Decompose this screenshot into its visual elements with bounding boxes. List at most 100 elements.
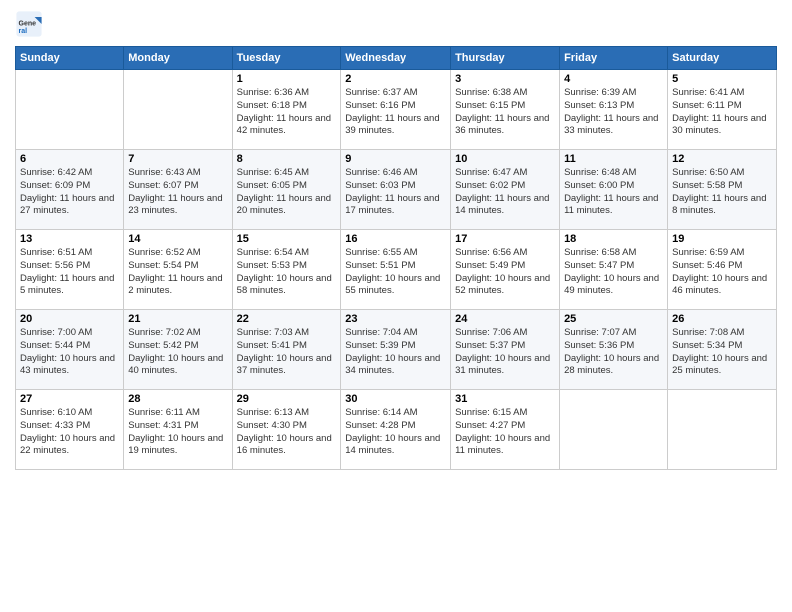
calendar-cell: 27 Sunrise: 6:10 AMSunset: 4:33 PMDayligh… [16, 390, 124, 470]
calendar-week: 1 Sunrise: 6:36 AMSunset: 6:18 PMDaylight… [16, 70, 777, 150]
day-number: 3 [455, 73, 555, 85]
logo: Gene ral [15, 10, 47, 38]
day-info: Sunrise: 6:50 AMSunset: 5:58 PMDaylight:… [672, 167, 772, 218]
day-number: 14 [128, 233, 227, 245]
calendar-cell: 8 Sunrise: 6:45 AMSunset: 6:05 PMDaylight… [232, 150, 341, 230]
day-number: 18 [564, 233, 663, 245]
calendar-cell: 10Sunrise: 6:47 AMSunset: 6:02 PMDayligh… [451, 150, 560, 230]
logo-icon: Gene ral [15, 10, 43, 38]
day-info: Sunrise: 6:41 AMSunset: 6:11 PMDaylight:… [672, 87, 772, 138]
day-number: 23 [345, 313, 446, 325]
calendar-cell [560, 390, 668, 470]
calendar-cell: 14 Sunrise: 6:52 AMSunset: 5:54 PMDayligh… [124, 230, 232, 310]
day-number: 6 [20, 153, 119, 165]
day-info: Sunrise: 6:37 AMSunset: 6:16 PMDaylight:… [345, 87, 446, 138]
day-info: Sunrise: 6:38 AMSunset: 6:15 PMDaylight:… [455, 87, 555, 138]
page: Gene ral SundayMondayTuesdayWednesdayThu… [0, 0, 792, 612]
day-number: 24 [455, 313, 555, 325]
calendar-cell: 31 Sunrise: 6:15 AMSunset: 4:27 PMDayligh… [451, 390, 560, 470]
header: Gene ral [15, 10, 777, 38]
day-number: 10 [455, 153, 555, 165]
day-info: Sunrise: 6:14 AMSunset: 4:28 PMDaylight:… [345, 407, 446, 458]
calendar-cell: 30Sunrise: 6:14 AMSunset: 4:28 PMDayligh… [341, 390, 451, 470]
day-number: 21 [128, 313, 227, 325]
calendar-cell: 6Sunrise: 6:42 AMSunset: 6:09 PMDaylight… [16, 150, 124, 230]
day-number: 7 [128, 153, 227, 165]
calendar-cell: 2 Sunrise: 6:37 AMSunset: 6:16 PMDaylight… [341, 70, 451, 150]
svg-text:Gene: Gene [19, 20, 37, 27]
calendar-cell: 5 Sunrise: 6:41 AMSunset: 6:11 PMDaylight… [668, 70, 777, 150]
day-number: 19 [672, 233, 772, 245]
day-number: 15 [237, 233, 337, 245]
day-number: 4 [564, 73, 663, 85]
calendar-cell: 29Sunrise: 6:13 AMSunset: 4:30 PMDayligh… [232, 390, 341, 470]
calendar-week: 6Sunrise: 6:42 AMSunset: 6:09 PMDaylight… [16, 150, 777, 230]
day-info: Sunrise: 6:10 AMSunset: 4:33 PMDaylight:… [20, 407, 119, 458]
day-number: 25 [564, 313, 663, 325]
calendar-cell: 1 Sunrise: 6:36 AMSunset: 6:18 PMDaylight… [232, 70, 341, 150]
day-info: Sunrise: 7:02 AMSunset: 5:42 PMDaylight:… [128, 327, 227, 378]
calendar-cell: 3 Sunrise: 6:38 AMSunset: 6:15 PMDaylight… [451, 70, 560, 150]
day-number: 16 [345, 233, 446, 245]
calendar-cell: 24 Sunrise: 7:06 AMSunset: 5:37 PMDayligh… [451, 310, 560, 390]
day-info: Sunrise: 6:54 AMSunset: 5:53 PMDaylight:… [237, 247, 337, 298]
day-info: Sunrise: 7:06 AMSunset: 5:37 PMDaylight:… [455, 327, 555, 378]
calendar-cell: 9Sunrise: 6:46 AMSunset: 6:03 PMDaylight… [341, 150, 451, 230]
day-info: Sunrise: 6:58 AMSunset: 5:47 PMDaylight:… [564, 247, 663, 298]
day-info: Sunrise: 7:04 AMSunset: 5:39 PMDaylight:… [345, 327, 446, 378]
day-info: Sunrise: 6:48 AMSunset: 6:00 PMDaylight:… [564, 167, 663, 218]
day-number: 8 [237, 153, 337, 165]
day-number: 1 [237, 73, 337, 85]
day-number: 12 [672, 153, 772, 165]
day-number: 28 [128, 393, 227, 405]
calendar-cell: 15 Sunrise: 6:54 AMSunset: 5:53 PMDayligh… [232, 230, 341, 310]
calendar-cell: 19 Sunrise: 6:59 AMSunset: 5:46 PMDayligh… [668, 230, 777, 310]
calendar-cell: 4 Sunrise: 6:39 AMSunset: 6:13 PMDaylight… [560, 70, 668, 150]
weekday-row: SundayMondayTuesdayWednesdayThursdayFrid… [16, 47, 777, 70]
day-info: Sunrise: 6:43 AMSunset: 6:07 PMDaylight:… [128, 167, 227, 218]
day-info: Sunrise: 7:08 AMSunset: 5:34 PMDaylight:… [672, 327, 772, 378]
calendar-week: 13Sunrise: 6:51 AMSunset: 5:56 PMDayligh… [16, 230, 777, 310]
calendar-week: 27 Sunrise: 6:10 AMSunset: 4:33 PMDayligh… [16, 390, 777, 470]
calendar-cell: 23 Sunrise: 7:04 AMSunset: 5:39 PMDayligh… [341, 310, 451, 390]
day-info: Sunrise: 6:11 AMSunset: 4:31 PMDaylight:… [128, 407, 227, 458]
day-number: 2 [345, 73, 446, 85]
calendar-cell: 11Sunrise: 6:48 AMSunset: 6:00 PMDayligh… [560, 150, 668, 230]
weekday-header: Monday [124, 47, 232, 70]
day-number: 27 [20, 393, 119, 405]
calendar-cell: 22 Sunrise: 7:03 AMSunset: 5:41 PMDayligh… [232, 310, 341, 390]
svg-text:ral: ral [19, 28, 28, 35]
day-number: 29 [237, 393, 337, 405]
calendar-cell: 12 Sunrise: 6:50 AMSunset: 5:58 PMDayligh… [668, 150, 777, 230]
calendar-cell: 13Sunrise: 6:51 AMSunset: 5:56 PMDayligh… [16, 230, 124, 310]
day-number: 31 [455, 393, 555, 405]
calendar-cell [16, 70, 124, 150]
day-info: Sunrise: 6:45 AMSunset: 6:05 PMDaylight:… [237, 167, 337, 218]
weekday-header: Friday [560, 47, 668, 70]
day-info: Sunrise: 7:03 AMSunset: 5:41 PMDaylight:… [237, 327, 337, 378]
weekday-header: Thursday [451, 47, 560, 70]
weekday-header: Wednesday [341, 47, 451, 70]
calendar-cell: 7 Sunrise: 6:43 AMSunset: 6:07 PMDaylight… [124, 150, 232, 230]
day-info: Sunrise: 6:51 AMSunset: 5:56 PMDaylight:… [20, 247, 119, 298]
calendar-cell: 28 Sunrise: 6:11 AMSunset: 4:31 PMDayligh… [124, 390, 232, 470]
day-info: Sunrise: 6:39 AMSunset: 6:13 PMDaylight:… [564, 87, 663, 138]
day-info: Sunrise: 6:52 AMSunset: 5:54 PMDaylight:… [128, 247, 227, 298]
calendar-cell: 20 Sunrise: 7:00 AMSunset: 5:44 PMDayligh… [16, 310, 124, 390]
day-info: Sunrise: 7:00 AMSunset: 5:44 PMDaylight:… [20, 327, 119, 378]
day-info: Sunrise: 6:15 AMSunset: 4:27 PMDaylight:… [455, 407, 555, 458]
day-info: Sunrise: 6:36 AMSunset: 6:18 PMDaylight:… [237, 87, 337, 138]
calendar-cell [124, 70, 232, 150]
calendar-header: SundayMondayTuesdayWednesdayThursdayFrid… [16, 47, 777, 70]
calendar-cell: 21 Sunrise: 7:02 AMSunset: 5:42 PMDayligh… [124, 310, 232, 390]
day-number: 20 [20, 313, 119, 325]
day-info: Sunrise: 6:59 AMSunset: 5:46 PMDaylight:… [672, 247, 772, 298]
weekday-header: Sunday [16, 47, 124, 70]
day-number: 5 [672, 73, 772, 85]
day-number: 22 [237, 313, 337, 325]
calendar-cell: 16 Sunrise: 6:55 AMSunset: 5:51 PMDayligh… [341, 230, 451, 310]
day-info: Sunrise: 6:55 AMSunset: 5:51 PMDaylight:… [345, 247, 446, 298]
calendar-cell: 17Sunrise: 6:56 AMSunset: 5:49 PMDayligh… [451, 230, 560, 310]
day-info: Sunrise: 6:46 AMSunset: 6:03 PMDaylight:… [345, 167, 446, 218]
calendar-body: 1 Sunrise: 6:36 AMSunset: 6:18 PMDaylight… [16, 70, 777, 470]
